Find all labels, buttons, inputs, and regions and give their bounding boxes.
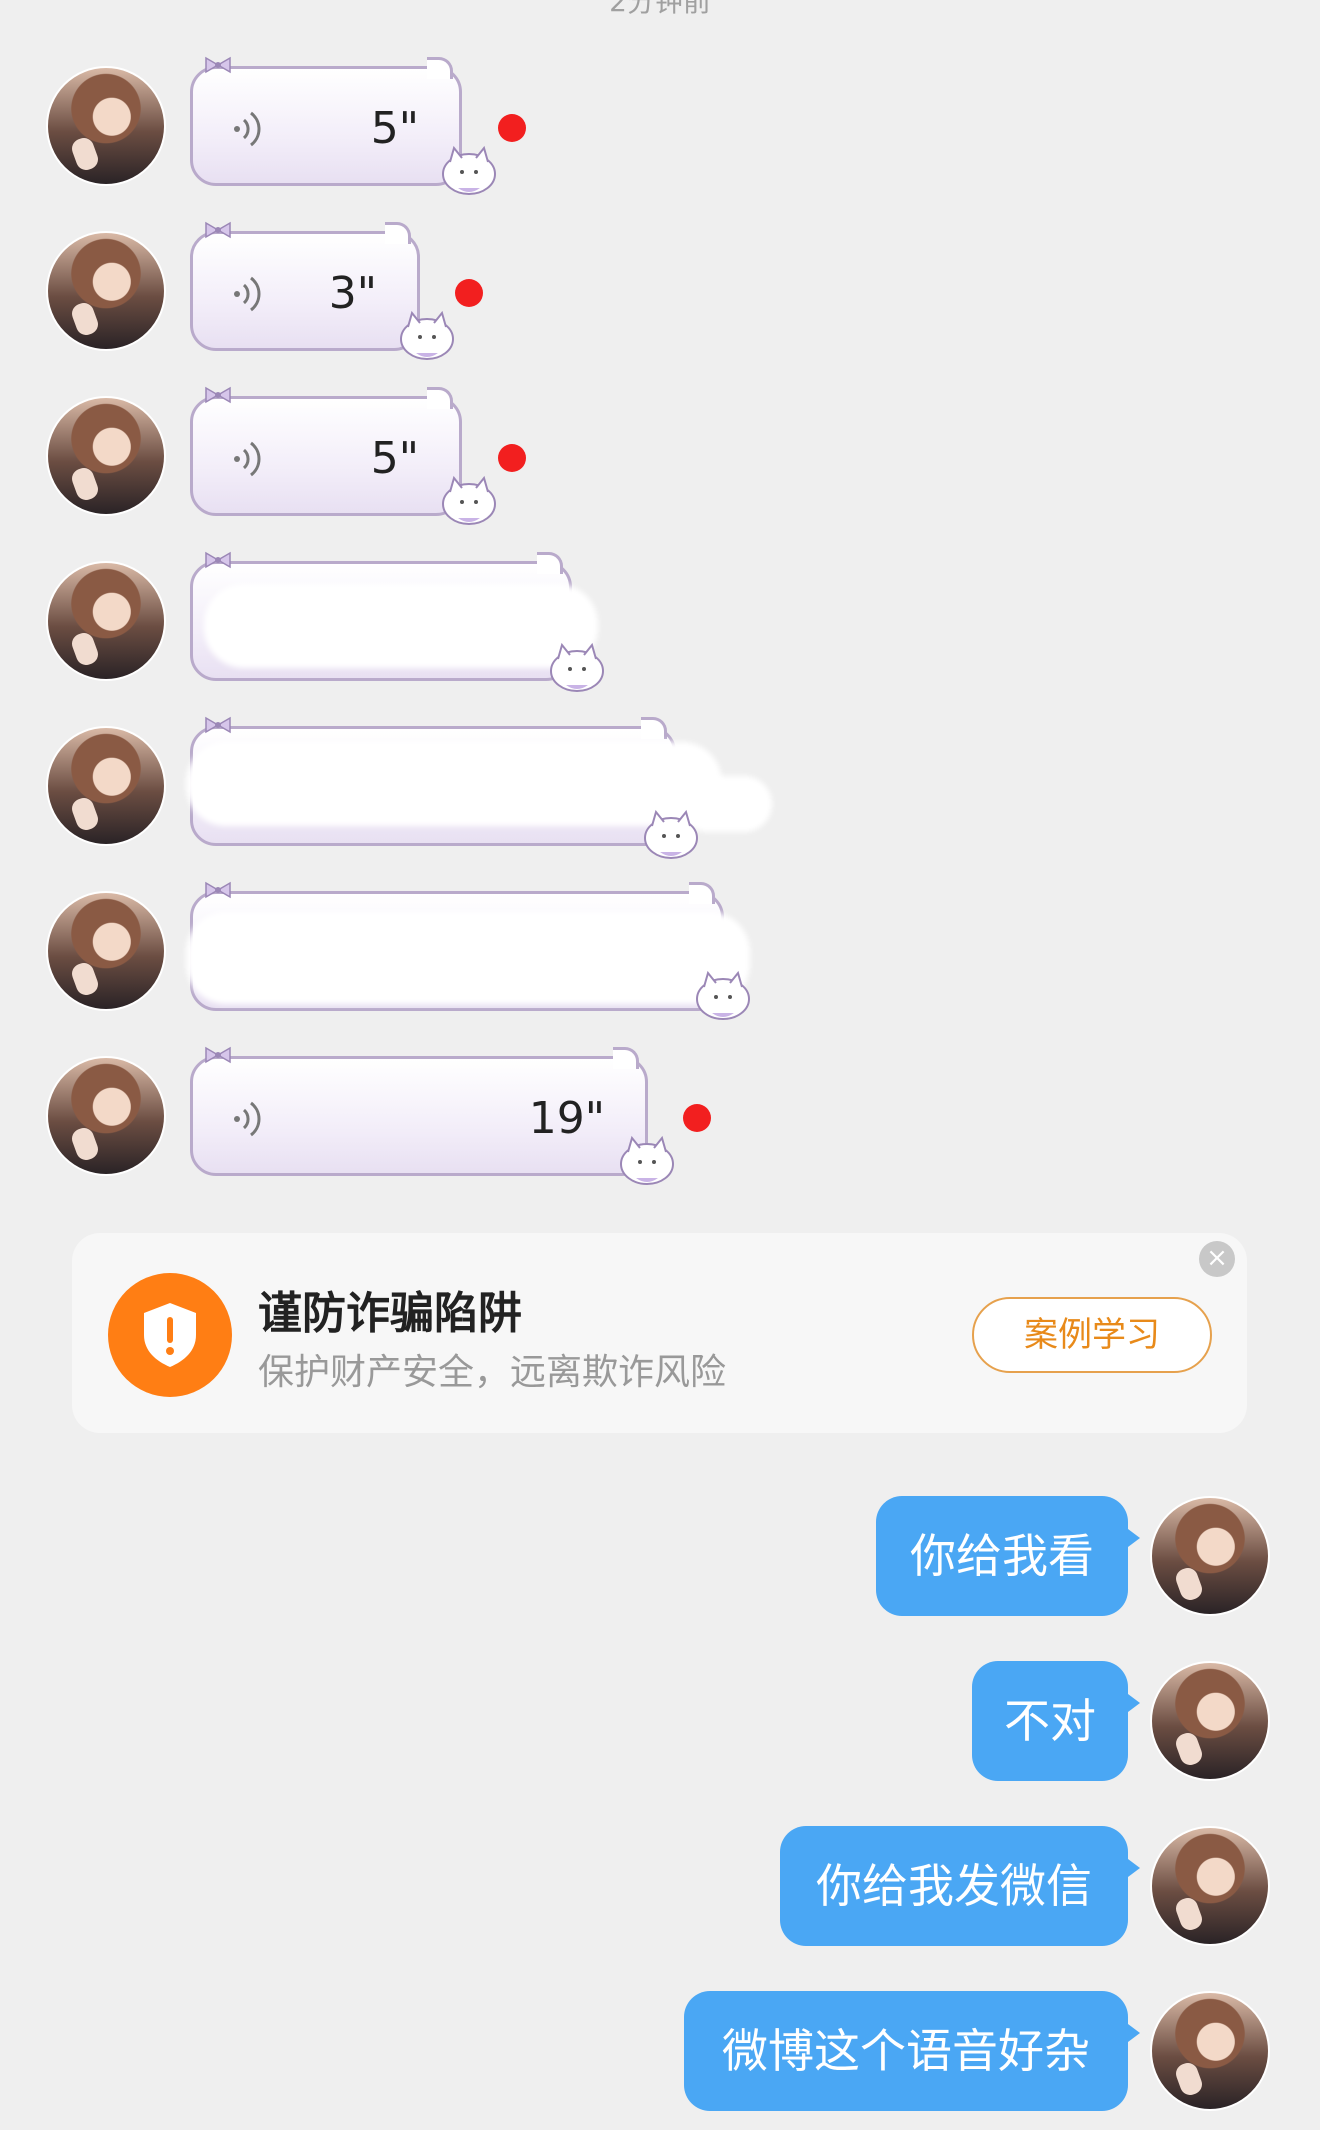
cat-sticker-icon bbox=[696, 970, 750, 1020]
anti-fraud-card[interactable]: 谨防诈骗陷阱 保护财产安全，远离欺诈风险 案例学习 × bbox=[72, 1233, 1247, 1433]
avatar[interactable] bbox=[1150, 1496, 1270, 1616]
bow-icon bbox=[205, 1046, 231, 1064]
bow-icon bbox=[205, 716, 231, 734]
redaction-mask bbox=[186, 912, 750, 1004]
bow-icon bbox=[205, 551, 231, 569]
avatar[interactable] bbox=[1150, 1661, 1270, 1781]
cat-sticker-icon bbox=[400, 310, 454, 360]
card-title: 谨防诈骗陷阱 bbox=[258, 1288, 522, 1339]
voice-wave-icon bbox=[234, 441, 261, 477]
avatar[interactable] bbox=[46, 1056, 166, 1176]
sent-message-bubble[interactable]: 你给我看 bbox=[876, 1496, 1140, 1616]
voice-duration: 3" bbox=[328, 268, 377, 319]
voice-wave-icon bbox=[234, 111, 261, 147]
close-icon[interactable]: × bbox=[1199, 1241, 1235, 1277]
card-subtitle: 保护财产安全，远离欺诈风险 bbox=[258, 1352, 727, 1393]
voice-message-bubble[interactable]: 5" bbox=[190, 386, 462, 516]
avatar[interactable] bbox=[46, 396, 166, 516]
cat-sticker-icon bbox=[644, 809, 698, 859]
unread-dot bbox=[683, 1104, 711, 1132]
case-study-button[interactable]: 案例学习 bbox=[972, 1297, 1212, 1373]
sent-message-bubble[interactable]: 不对 bbox=[972, 1661, 1140, 1781]
bow-icon bbox=[205, 56, 231, 74]
unread-dot bbox=[498, 114, 526, 142]
avatar[interactable] bbox=[46, 66, 166, 186]
voice-duration: 19" bbox=[528, 1093, 605, 1144]
voice-duration: 5" bbox=[370, 433, 419, 484]
shield-warning-icon bbox=[108, 1273, 232, 1397]
voice-duration: 5" bbox=[370, 103, 419, 154]
voice-message-bubble[interactable]: 19" bbox=[190, 1046, 648, 1176]
avatar[interactable] bbox=[46, 561, 166, 681]
sent-message-bubble[interactable]: 微博这个语音好杂 bbox=[684, 1991, 1140, 2111]
cat-sticker-icon bbox=[442, 475, 496, 525]
avatar[interactable] bbox=[46, 891, 166, 1011]
voice-wave-icon bbox=[234, 276, 261, 312]
cat-sticker-icon bbox=[442, 145, 496, 195]
sent-message-bubble[interactable]: 你给我发微信 bbox=[780, 1826, 1140, 1946]
bow-icon bbox=[205, 221, 231, 239]
timestamp: 2分钟前 bbox=[609, 0, 711, 18]
voice-message-bubble[interactable]: 3" bbox=[190, 221, 420, 351]
avatar[interactable] bbox=[46, 726, 166, 846]
avatar[interactable] bbox=[1150, 1826, 1270, 1946]
avatar[interactable] bbox=[1150, 1991, 1270, 2111]
bow-icon bbox=[205, 386, 231, 404]
cat-sticker-icon bbox=[620, 1135, 674, 1185]
bow-icon bbox=[205, 881, 231, 899]
voice-message-bubble[interactable]: 5" bbox=[190, 56, 462, 186]
unread-dot bbox=[498, 444, 526, 472]
unread-dot bbox=[455, 279, 483, 307]
cat-sticker-icon bbox=[550, 642, 604, 692]
redaction-mask bbox=[204, 584, 598, 668]
avatar[interactable] bbox=[46, 231, 166, 351]
voice-wave-icon bbox=[234, 1101, 261, 1137]
